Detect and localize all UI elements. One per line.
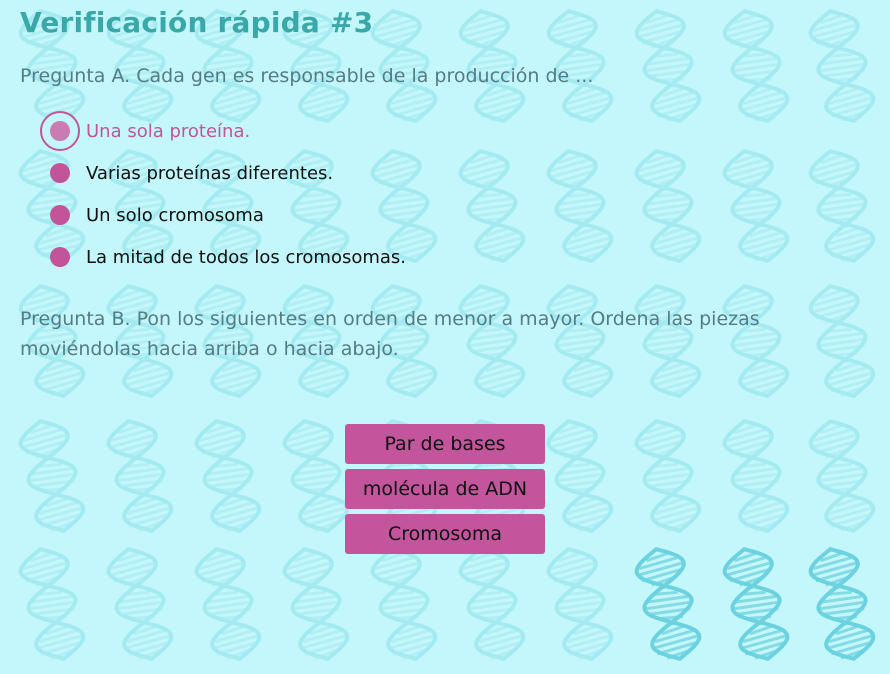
option-label[interactable]: La mitad de todos los cromosomas. [86, 247, 406, 268]
piece-molecula-de-adn[interactable]: molécula de ADN [345, 469, 545, 509]
page-title: Verificación rápida #3 [20, 6, 374, 39]
radio-icon[interactable] [50, 163, 70, 183]
option-varias-proteinas[interactable]: Varias proteínas diferentes. [40, 152, 406, 194]
piece-cromosoma[interactable]: Cromosoma [345, 514, 545, 554]
question-a-text: Pregunta A. Cada gen es responsable de l… [20, 65, 594, 87]
option-un-solo-cromosoma[interactable]: Un solo cromosoma [40, 194, 406, 236]
option-label[interactable]: Una sola proteína. [86, 121, 250, 142]
option-label[interactable]: Un solo cromosoma [86, 205, 264, 226]
option-label[interactable]: Varias proteínas diferentes. [86, 163, 333, 184]
radio-icon[interactable] [50, 247, 70, 267]
radio-icon[interactable] [50, 205, 70, 225]
radio-selected-icon[interactable] [42, 113, 78, 149]
option-mitad-cromosomas[interactable]: La mitad de todos los cromosomas. [40, 236, 406, 278]
question-b-text: Pregunta B. Pon los siguientes en orden … [20, 308, 760, 360]
option-una-sola-proteina[interactable]: Una sola proteína. [40, 110, 406, 152]
question-a-options: Una sola proteína. Varias proteínas dife… [40, 110, 406, 278]
sortable-pieces: Par de bases molécula de ADN Cromosoma [345, 424, 545, 559]
piece-par-de-bases[interactable]: Par de bases [345, 424, 545, 464]
